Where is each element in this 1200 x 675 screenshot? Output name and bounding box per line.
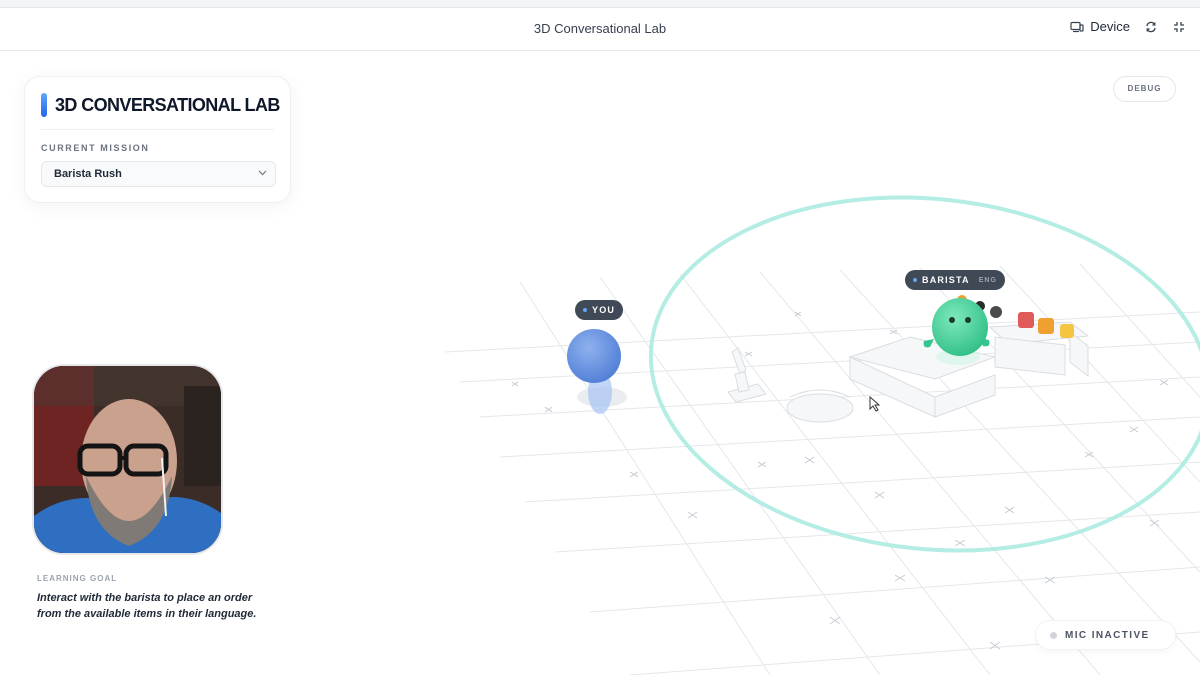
device-button[interactable]: Device (1070, 19, 1130, 34)
learning-goal-label: LEARNING GOAL (37, 574, 118, 583)
barista-tag-dot (913, 278, 917, 282)
brand-accent-bar (41, 93, 47, 117)
window-title: 3D Conversational Lab (533, 21, 667, 36)
lab-header: 3D CONVERSATIONAL LAB (41, 93, 280, 117)
you-tag-dot (583, 308, 587, 312)
fullscreen-icon (1174, 21, 1184, 32)
lab-title: 3D CONVERSATIONAL LAB (55, 94, 280, 115)
refresh-button[interactable] (1144, 20, 1158, 34)
scene-stage[interactable]: YOU BARISTA ENG 3D CONVERSATIONAL LAB CU… (0, 52, 1200, 675)
device-label: Device (1090, 19, 1130, 34)
browser-top-strip (0, 0, 1200, 8)
lab-divider (41, 129, 274, 130)
webcam-person-image (34, 366, 221, 553)
chevron-down-icon (258, 170, 267, 176)
you-tag-label: YOU (592, 305, 616, 315)
window-titlebar: 3D Conversational Lab Device (0, 8, 1200, 51)
mission-select[interactable]: Barista Rush (41, 161, 276, 187)
mic-status-badge[interactable]: MIC INACTIVE (1035, 620, 1176, 650)
device-icon (1070, 21, 1084, 32)
refresh-icon (1146, 21, 1156, 32)
barista-tag-label: BARISTA (922, 275, 970, 285)
lab-card: 3D CONVERSATIONAL LAB CURRENT MISSION Ba… (24, 76, 291, 203)
barista-language-badge: ENG (978, 276, 997, 284)
mission-select-value: Barista Rush (54, 168, 122, 180)
learning-goal-text: Interact with the barista to place an or… (37, 592, 257, 620)
learning-goal-card: LEARNING GOAL Interact with the barista … (28, 564, 268, 648)
barista-name-tag: BARISTA ENG (905, 270, 1005, 290)
mic-status-dot (1050, 631, 1057, 639)
debug-button[interactable]: DEBUG (1113, 76, 1176, 102)
mission-label: CURRENT MISSION (41, 143, 150, 153)
you-name-tag: YOU (575, 300, 624, 320)
mic-status-text: MIC INACTIVE (1065, 629, 1150, 641)
webcam-feed (32, 364, 223, 555)
fullscreen-button[interactable] (1172, 20, 1186, 34)
